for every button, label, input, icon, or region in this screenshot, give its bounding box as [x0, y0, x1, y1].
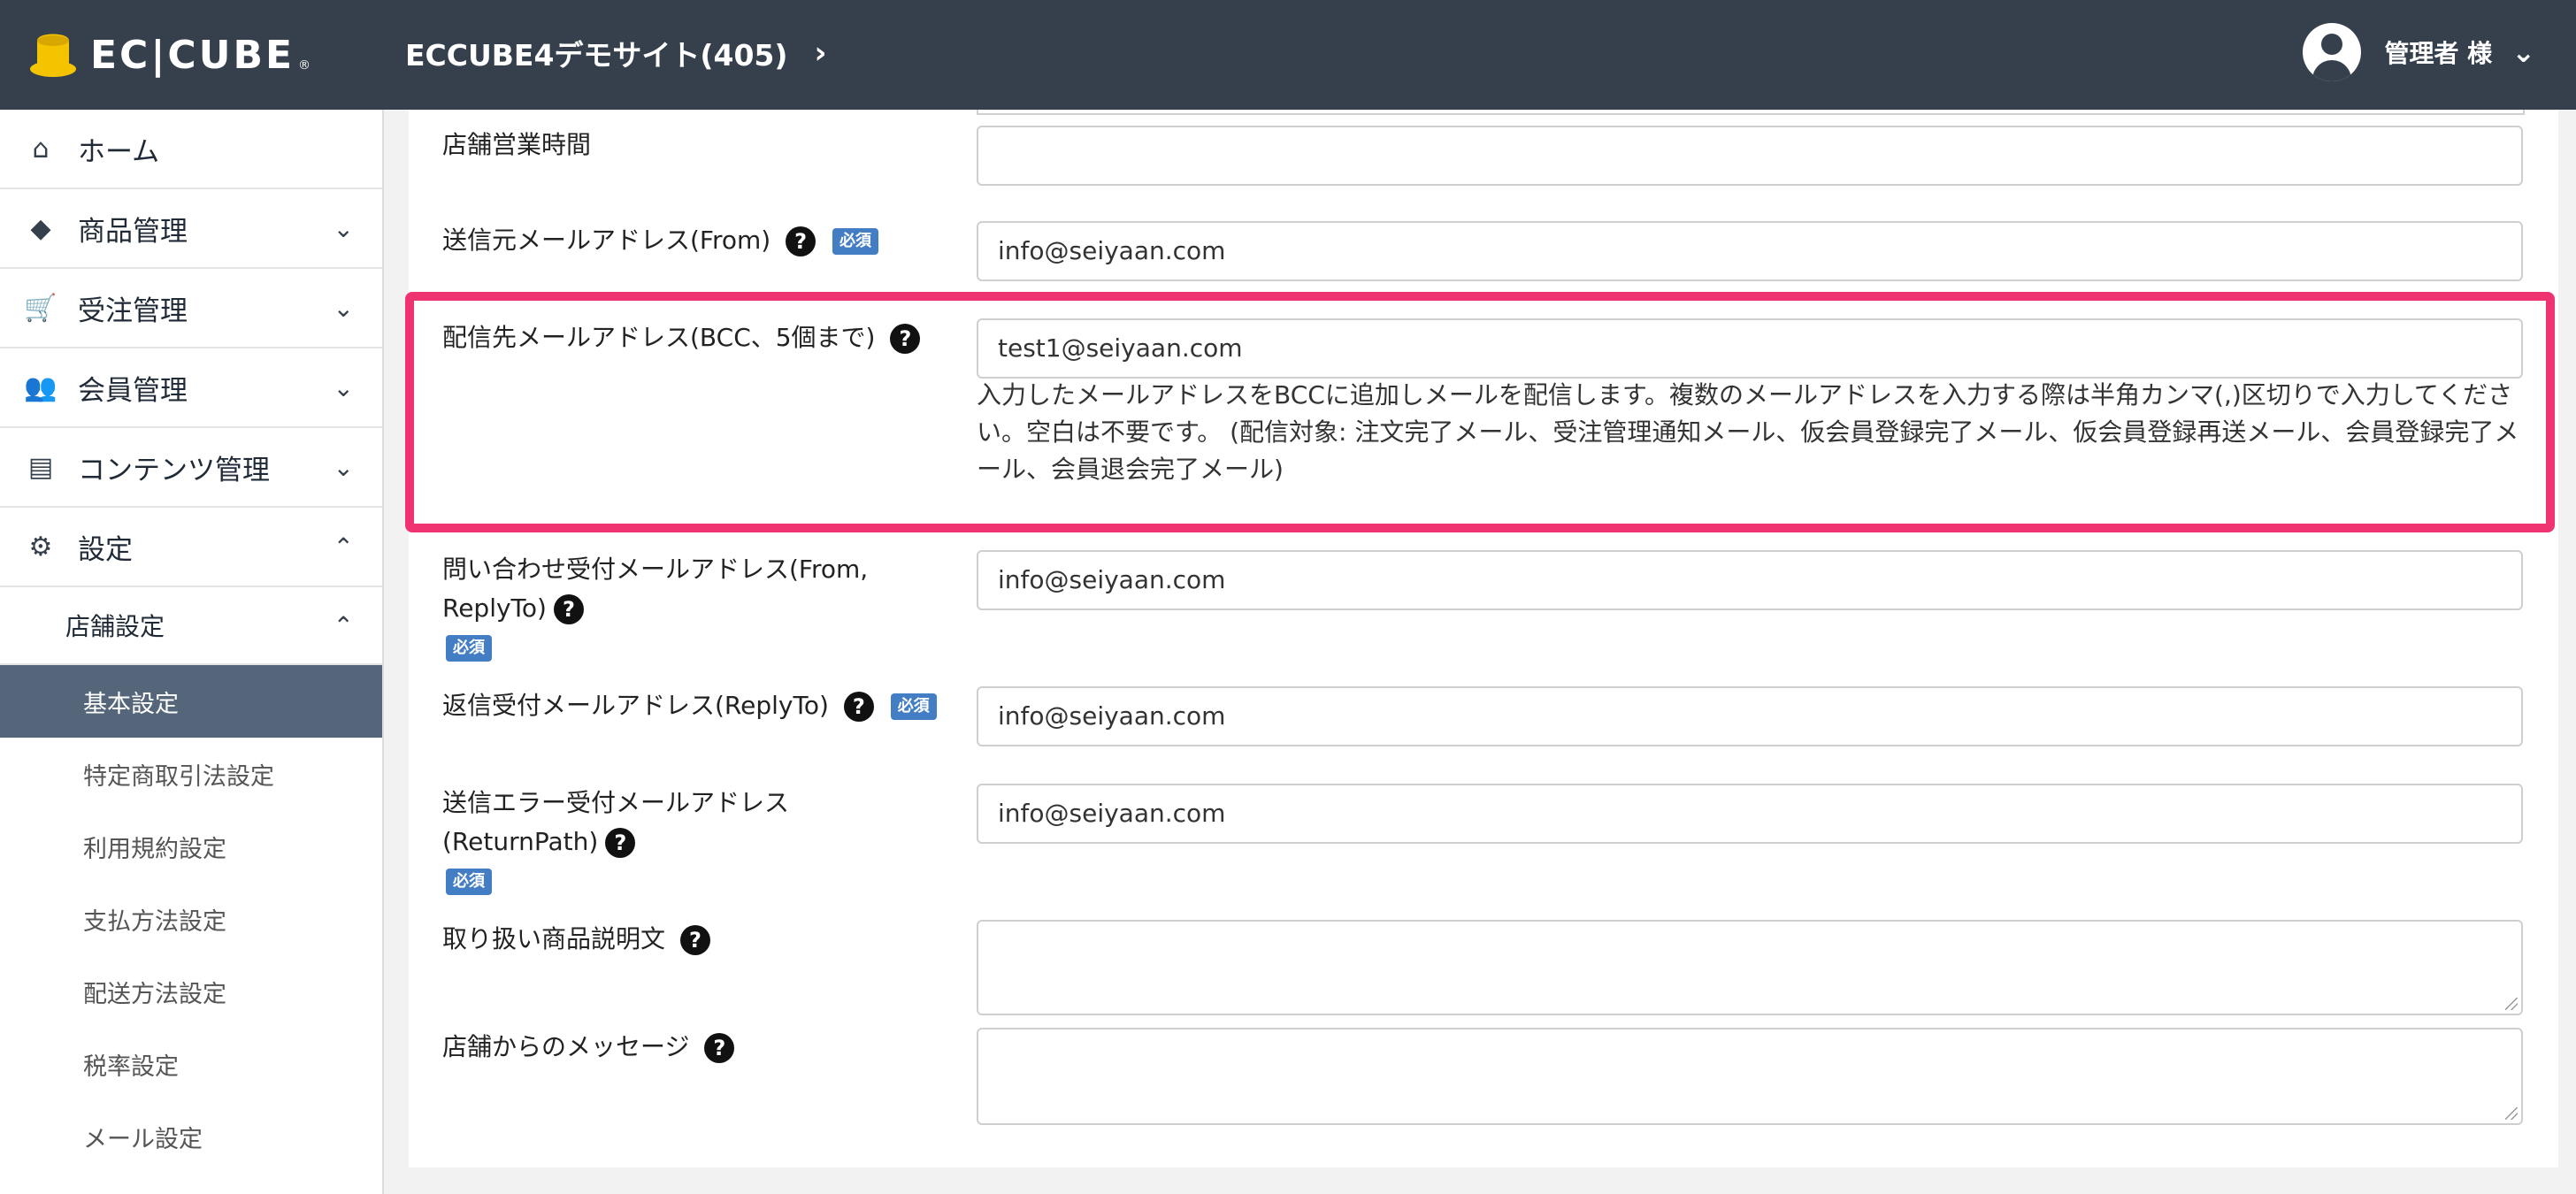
- inquiry-email-label: 問い合わせ受付メールアドレス(From, ReplyTo)? 必須: [442, 550, 868, 667]
- product-description-label: 取り扱い商品説明文 ?: [442, 920, 710, 959]
- chevron-down-icon: ⌄: [333, 452, 354, 482]
- user-menu[interactable]: 管理者 様 ⌄: [2303, 23, 2535, 81]
- chevron-right-icon: ›: [814, 35, 827, 71]
- bcc-email-input[interactable]: test1@seiyaan.com: [977, 318, 2523, 379]
- sidebar-subitem-tax-settings[interactable]: 税率設定: [0, 1028, 382, 1100]
- sidebar-item-label: ホーム: [78, 135, 160, 168]
- help-icon[interactable]: ?: [890, 324, 921, 354]
- sidebar-item-label: コンテンツ管理: [78, 454, 270, 486]
- chevron-up-icon: ⌃: [333, 532, 354, 562]
- eccube-logo[interactable]: EC|CUBE ®: [28, 27, 310, 83]
- sidebar-item-contents[interactable]: ▤ コンテンツ管理 ⌄: [0, 428, 382, 508]
- bcc-help-text: 入力したメールアドレスをBCCに追加しメールを配信します。複数のメールアドレスを…: [977, 380, 2519, 484]
- sidebar-item-home[interactable]: ⌂ ホーム: [0, 110, 382, 189]
- help-icon[interactable]: ?: [679, 925, 710, 955]
- shop-message-label: 店舗からのメッセージ ?: [442, 1028, 735, 1067]
- resize-handle-icon[interactable]: [2505, 998, 2518, 1010]
- sidebar-item-label: 商品管理: [78, 215, 188, 248]
- required-badge: 必須: [890, 693, 937, 720]
- sidebar-item-settings[interactable]: ⚙ 設定 ⌃: [0, 508, 382, 587]
- reply-email-label: 返信受付メールアドレス(ReplyTo) ? 必須: [442, 686, 937, 725]
- top-header: EC|CUBE ® ECCUBE4デモサイト(405) › 管理者 様 ⌄: [0, 0, 2576, 110]
- sidebar: ⌂ ホーム ◆ 商品管理 ⌄ 🛒 受注管理 ⌄ 👥 会員管理 ⌄ ▤ コンテンツ…: [0, 110, 384, 1194]
- help-icon[interactable]: ?: [786, 226, 816, 256]
- from-email-input[interactable]: info@seiyaan.com: [977, 221, 2523, 281]
- cart-icon: 🛒: [24, 292, 58, 324]
- inquiry-email-input[interactable]: info@seiyaan.com: [977, 550, 2523, 610]
- settings-form-panel: 店舗営業時間 送信元メールアドレス(From) ? 必須 info@seiyaa…: [409, 110, 2558, 1167]
- user-avatar-icon: [2303, 23, 2362, 81]
- submenu-title: 店舗設定: [65, 612, 165, 641]
- required-badge: 必須: [446, 635, 492, 662]
- previous-field-edge: [977, 110, 2525, 115]
- help-icon[interactable]: ?: [553, 594, 584, 624]
- user-name: 管理者 様: [2384, 39, 2493, 68]
- error-email-input[interactable]: info@seiyaan.com: [977, 784, 2523, 844]
- bcc-email-label: 配信先メールアドレス(BCC、5個まで) ?: [442, 318, 921, 357]
- sidebar-subitem-delivery-settings[interactable]: 配送方法設定: [0, 955, 382, 1028]
- required-badge: 必須: [832, 228, 879, 255]
- chevron-down-icon: ⌄: [2511, 35, 2535, 69]
- from-email-label: 送信元メールアドレス(From) ? 必須: [442, 221, 879, 260]
- required-badge: 必須: [446, 869, 492, 895]
- chevron-up-icon: ⌃: [333, 610, 354, 640]
- help-icon[interactable]: ?: [605, 828, 636, 858]
- home-icon: ⌂: [32, 133, 50, 165]
- chevron-down-icon: ⌄: [333, 293, 354, 323]
- logo-text: EC|CUBE: [90, 32, 295, 78]
- sidebar-item-label: 受注管理: [78, 295, 188, 327]
- chevron-down-icon: ⌄: [333, 372, 354, 402]
- site-title-link[interactable]: ECCUBE4デモサイト(405) ›: [405, 32, 827, 74]
- cube-icon: ◆: [30, 212, 51, 244]
- shop-message-textarea[interactable]: [977, 1028, 2523, 1125]
- product-description-textarea[interactable]: [977, 920, 2523, 1015]
- sidebar-submenu-shop-settings[interactable]: 店舗設定 ⌃: [0, 587, 382, 665]
- logo-registered-mark: ®: [298, 58, 311, 73]
- help-icon[interactable]: ?: [704, 1033, 735, 1063]
- reply-email-input[interactable]: info@seiyaan.com: [977, 686, 2523, 746]
- error-email-label: 送信エラー受付メールアドレス (ReturnPath)? 必須: [442, 784, 789, 900]
- logo-hat-icon: [30, 34, 76, 77]
- business-hours-label: 店舗営業時間: [442, 130, 592, 159]
- site-title: ECCUBE4デモサイト(405): [405, 38, 788, 73]
- sidebar-subitem-basic-settings[interactable]: 基本設定: [0, 665, 382, 738]
- sidebar-item-customers[interactable]: 👥 会員管理 ⌄: [0, 348, 382, 428]
- chevron-down-icon: ⌄: [333, 213, 354, 243]
- users-icon: 👥: [24, 371, 58, 403]
- sidebar-item-orders[interactable]: 🛒 受注管理 ⌄: [0, 269, 382, 348]
- sidebar-item-label: 設定: [78, 533, 133, 566]
- help-icon[interactable]: ?: [843, 692, 874, 722]
- resize-handle-icon[interactable]: [2505, 1107, 2518, 1120]
- business-hours-input[interactable]: [977, 126, 2523, 186]
- file-icon: ▤: [27, 451, 54, 483]
- sidebar-subitem-tradelaw-settings[interactable]: 特定商取引法設定: [0, 738, 382, 810]
- sidebar-item-label: 会員管理: [78, 374, 188, 407]
- sidebar-subitem-mail-settings[interactable]: メール設定: [0, 1100, 382, 1173]
- gear-icon: ⚙: [28, 531, 53, 563]
- sidebar-subitem-terms-settings[interactable]: 利用規約設定: [0, 810, 382, 883]
- sidebar-subitem-payment-settings[interactable]: 支払方法設定: [0, 883, 382, 955]
- sidebar-item-products[interactable]: ◆ 商品管理 ⌄: [0, 189, 382, 269]
